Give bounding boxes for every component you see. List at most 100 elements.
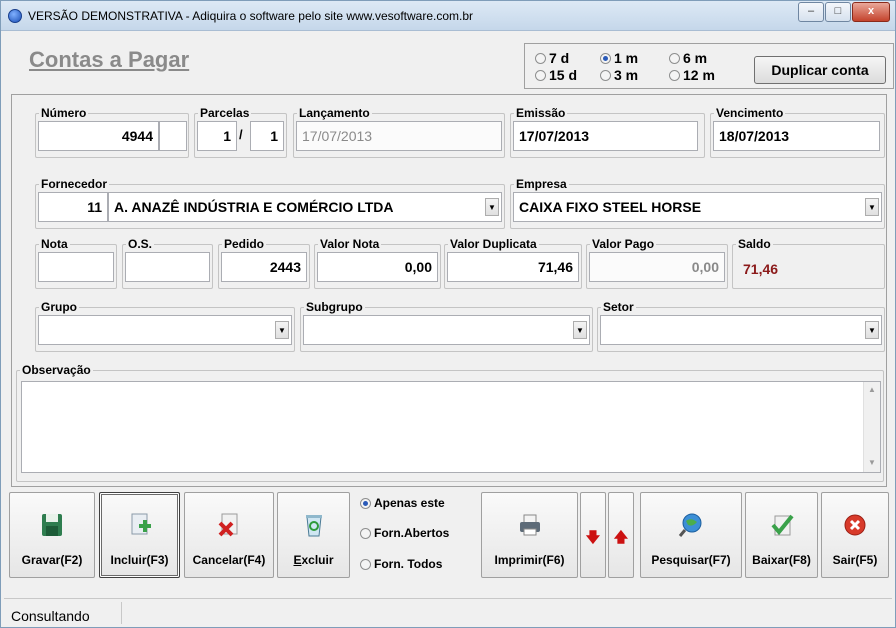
pedido-label: Pedido — [222, 237, 267, 251]
valor-nota-field[interactable]: 0,00 — [317, 252, 438, 282]
subgrupo-label: Subgrupo — [304, 300, 365, 314]
baixar-button[interactable]: Baixar(F8) — [745, 492, 818, 578]
radio-dot-15d — [535, 69, 546, 81]
observacao-textarea[interactable]: ▲ ▼ — [21, 381, 881, 473]
valor-pago-label: Valor Pago — [590, 237, 657, 251]
checkmark-document-icon — [770, 514, 794, 536]
imprimir-button[interactable]: Imprimir(F6) — [481, 492, 578, 578]
save-icon — [42, 514, 62, 536]
pedido-field[interactable]: 2443 — [221, 252, 307, 282]
fornecedor-label: Fornecedor — [39, 177, 110, 191]
radio-dot-6m — [669, 52, 680, 64]
move-up-button[interactable]: 🡅 — [608, 492, 634, 578]
nota-field[interactable] — [38, 252, 114, 282]
move-down-button[interactable]: 🡇 — [580, 492, 606, 578]
period-option-7d[interactable]: 7 d — [535, 50, 569, 66]
window-title: VERSÃO DEMONSTRATIVA - Adiquira o softwa… — [28, 9, 474, 23]
page-title: Contas a Pagar — [29, 47, 190, 72]
incluir-button[interactable]: Incluir(F3) — [99, 492, 180, 578]
excluir-text: xcluir — [301, 553, 334, 567]
saldo-value: 71,46 — [743, 261, 779, 277]
gravar-label: Gravar(F2) — [21, 553, 83, 567]
radio-dot-12m — [669, 69, 680, 81]
emissao-field[interactable]: 17/07/2013 — [513, 121, 698, 151]
emissao-label: Emissão — [514, 106, 568, 120]
cancelar-label: Cancelar(F4) — [192, 553, 266, 567]
filter-apenas-este[interactable]: Apenas este — [360, 496, 445, 510]
os-field[interactable] — [125, 252, 210, 282]
empresa-label: Empresa — [514, 177, 569, 191]
valor-duplicata-field[interactable]: 71,46 — [447, 252, 579, 282]
app-window: VERSÃO DEMONSTRATIVA - Adiquira o softwa… — [0, 0, 896, 628]
incluir-label: Incluir(F3) — [110, 553, 169, 567]
cancelar-button[interactable]: Cancelar(F4) — [184, 492, 274, 578]
grupo-combo[interactable]: ▼ — [38, 315, 292, 345]
parcelas-total-field[interactable]: 1 — [250, 121, 284, 151]
gravar-button[interactable]: Gravar(F2) — [9, 492, 95, 578]
fornecedor-group: Fornecedor 11 A. ANAZÊ INDÚSTRIA E COMÉR… — [35, 178, 505, 229]
lancamento-field[interactable]: 17/07/2013 — [296, 121, 502, 151]
valor-duplicata-group: Valor Duplicata 71,46 — [444, 238, 582, 289]
numero-suffix-field[interactable] — [159, 121, 187, 151]
client-area: Contas a Pagar 7 d 1 m 6 m 15 d 3 m 12 m… — [4, 32, 894, 626]
cancel-document-icon — [218, 513, 238, 537]
chevron-down-icon[interactable]: ▼ — [573, 321, 587, 339]
radio-dot-apenas-este — [360, 497, 371, 509]
chevron-down-icon[interactable]: ▼ — [865, 321, 879, 339]
title-bar: VERSÃO DEMONSTRATIVA - Adiquira o softwa… — [1, 1, 895, 31]
numero-field[interactable]: 4944 — [38, 121, 159, 151]
numero-group: Número 4944 — [35, 107, 189, 158]
minimize-button[interactable]: – — [798, 2, 824, 22]
fornecedor-name: A. ANAZÊ INDÚSTRIA E COMÉRCIO LTDA — [114, 199, 394, 215]
vencimento-group: Vencimento 18/07/2013 — [710, 107, 885, 158]
period-option-15d[interactable]: 15 d — [535, 67, 577, 83]
chevron-down-icon[interactable]: ▼ — [275, 321, 289, 339]
filter-forn-abertos[interactable]: Forn.Abertos — [360, 526, 449, 540]
observacao-scrollbar[interactable]: ▲ ▼ — [863, 382, 880, 472]
emissao-group: Emissão 17/07/2013 — [510, 107, 705, 158]
setor-combo[interactable]: ▼ — [600, 315, 882, 345]
fornecedor-code-field[interactable]: 11 — [38, 192, 108, 222]
excluir-button[interactable]: Excluir — [277, 492, 350, 578]
sair-label: Sair(F5) — [832, 553, 878, 567]
duplicar-conta-button[interactable]: Duplicar conta — [754, 56, 886, 84]
period-option-6m[interactable]: 6 m — [669, 50, 707, 66]
fornecedor-combo[interactable]: A. ANAZÊ INDÚSTRIA E COMÉRCIO LTDA ▼ — [108, 192, 502, 222]
observacao-group: Observação ▲ ▼ — [16, 364, 884, 482]
period-filter: 7 d 1 m 6 m 15 d 3 m 12 m Duplicar conta — [524, 43, 894, 89]
parcelas-separator: / — [239, 127, 243, 142]
close-button[interactable]: x — [852, 2, 890, 22]
pesquisar-button[interactable]: Pesquisar(F7) — [640, 492, 742, 578]
parcelas-label: Parcelas — [198, 106, 252, 120]
chevron-down-icon[interactable]: ▼ — [865, 198, 879, 216]
pedido-group: Pedido 2443 — [218, 238, 310, 289]
pesquisar-label: Pesquisar(F7) — [651, 553, 731, 567]
filter-forn-todos[interactable]: Forn. Todos — [360, 557, 442, 571]
period-option-12m[interactable]: 12 m — [669, 67, 715, 83]
numero-label: Número — [39, 106, 89, 120]
radio-dot-3m — [600, 69, 611, 81]
os-label: O.S. — [126, 237, 155, 251]
maximize-button[interactable]: □ — [825, 2, 851, 22]
add-document-icon — [131, 513, 151, 535]
scroll-down-icon[interactable]: ▼ — [868, 458, 876, 467]
chevron-down-icon[interactable]: ▼ — [485, 198, 499, 216]
app-icon — [8, 9, 22, 23]
subgrupo-combo[interactable]: ▼ — [303, 315, 590, 345]
nota-label: Nota — [39, 237, 70, 251]
radio-dot-7d — [535, 52, 546, 64]
search-globe-icon — [678, 513, 702, 537]
vencimento-field[interactable]: 18/07/2013 — [713, 121, 880, 151]
period-option-1m[interactable]: 1 m — [600, 50, 638, 66]
period-option-3m[interactable]: 3 m — [600, 67, 638, 83]
status-separator — [121, 602, 122, 624]
sair-button[interactable]: Sair(F5) — [821, 492, 889, 578]
parcela-atual-field[interactable]: 1 — [197, 121, 237, 151]
empresa-group: Empresa CAIXA FIXO STEEL HORSE ▼ — [510, 178, 885, 229]
valor-pago-field[interactable]: 0,00 — [589, 252, 725, 282]
empresa-value: CAIXA FIXO STEEL HORSE — [519, 199, 702, 215]
lancamento-label: Lançamento — [297, 106, 372, 120]
arrow-up-icon: 🡅 — [613, 529, 629, 545]
empresa-combo[interactable]: CAIXA FIXO STEEL HORSE ▼ — [513, 192, 882, 222]
scroll-up-icon[interactable]: ▲ — [868, 385, 876, 394]
